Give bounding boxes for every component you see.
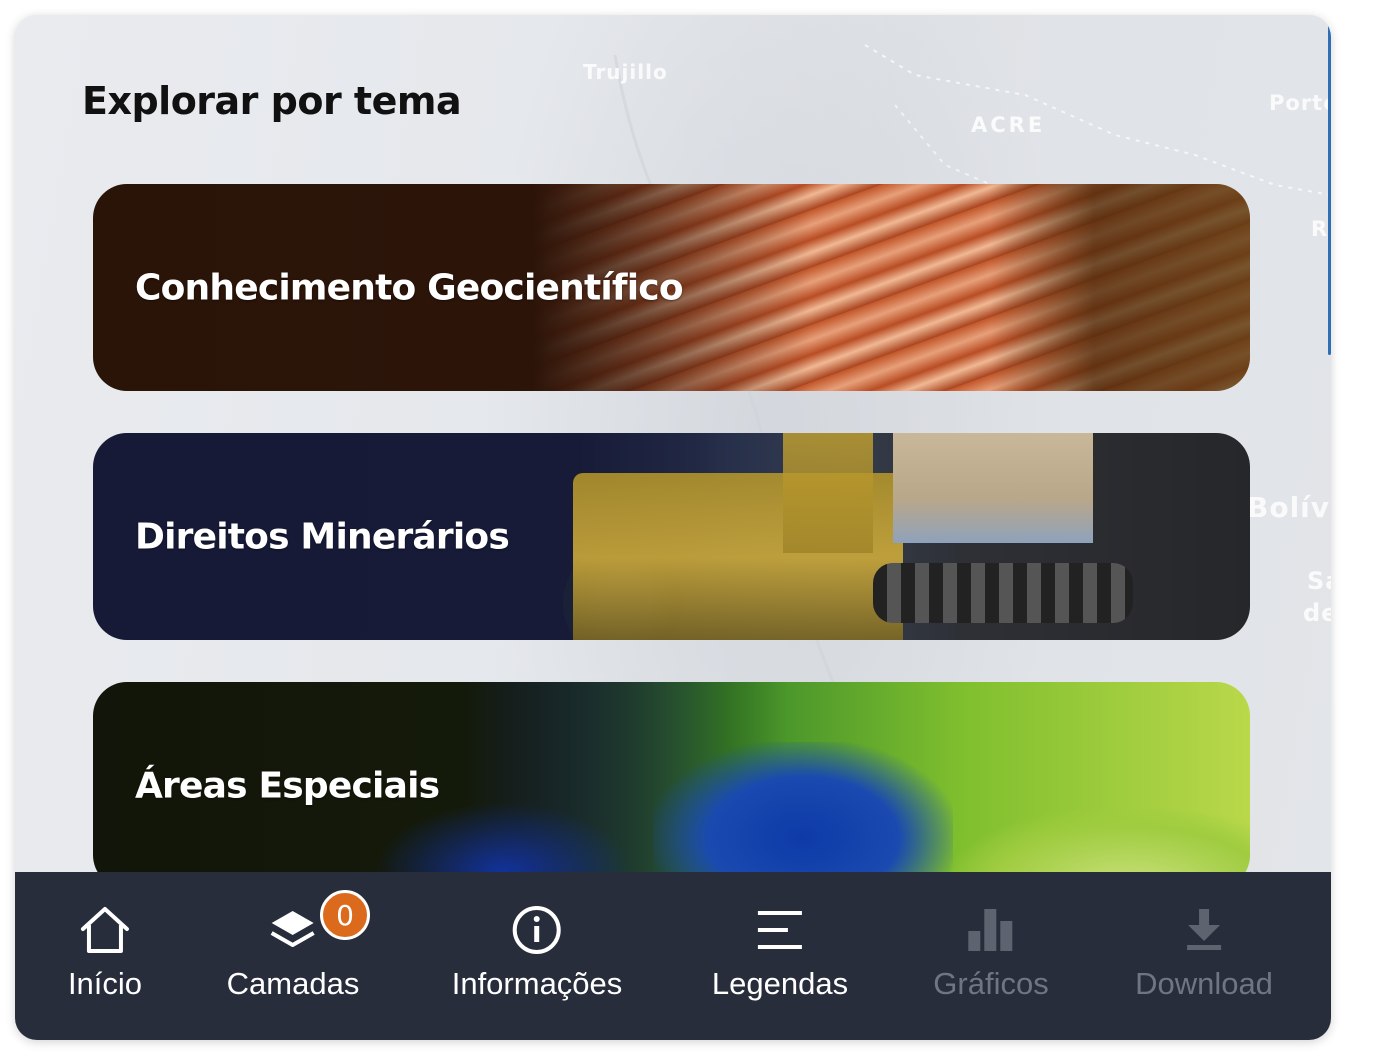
nav-label-legends: Legendas <box>711 966 849 1001</box>
nav-label-information: Informações <box>451 966 623 1001</box>
scrollbar[interactable] <box>1328 25 1331 355</box>
theme-card-label: Áreas Especiais <box>135 765 440 806</box>
theme-card-label: Direitos Minerários <box>135 516 510 557</box>
bottom-navigation: Início Camadas 0 Informações Legendas Gr… <box>15 872 1331 1040</box>
section-title: Explorar por tema <box>82 79 462 123</box>
theme-panel: Trujillo ACRE Porto R Bolívi Sa de Explo… <box>15 15 1331 1040</box>
card-image-valley <box>653 742 953 889</box>
map-label-porto: Porto <box>1269 91 1331 115</box>
nav-item-home[interactable]: Início <box>68 902 142 1002</box>
nav-label-home: Início <box>67 966 143 1001</box>
download-icon <box>1176 902 1232 958</box>
map-label-r: R <box>1311 217 1329 241</box>
theme-card-label: Conhecimento Geocientífico <box>135 267 684 308</box>
nav-label-layers: Camadas <box>226 966 360 1001</box>
nav-item-download[interactable]: Download <box>1135 902 1273 1002</box>
legend-icon <box>752 902 808 958</box>
nav-label-download: Download <box>1135 966 1273 1001</box>
layers-icon <box>265 902 321 958</box>
map-label-de: de <box>1303 599 1331 627</box>
layers-count-badge: 0 <box>320 890 370 940</box>
card-image-rock <box>990 184 1250 391</box>
nav-label-charts: Gráficos <box>933 966 1049 1001</box>
theme-card-special-areas[interactable]: Áreas Especiais <box>93 682 1250 889</box>
map-label-bolivia: Bolívi <box>1247 491 1331 524</box>
map-label-trujillo: Trujillo <box>583 60 668 84</box>
card-image-truck-cab <box>783 433 873 553</box>
map-label-sa: Sa <box>1307 567 1331 595</box>
theme-card-geoscientific-knowledge[interactable]: Conhecimento Geocientífico <box>93 184 1250 391</box>
nav-item-information[interactable]: Informações <box>451 902 623 1002</box>
nav-item-charts[interactable]: Gráficos <box>933 902 1049 1002</box>
bar-chart-icon <box>963 902 1019 958</box>
card-image-excavator <box>893 433 1093 543</box>
theme-card-mineral-rights[interactable]: Direitos Minerários <box>93 433 1250 640</box>
info-icon <box>509 902 565 958</box>
nav-item-legends[interactable]: Legendas <box>712 902 848 1002</box>
map-label-acre: ACRE <box>971 113 1046 137</box>
home-icon <box>77 902 133 958</box>
card-image-tracks <box>873 563 1133 623</box>
